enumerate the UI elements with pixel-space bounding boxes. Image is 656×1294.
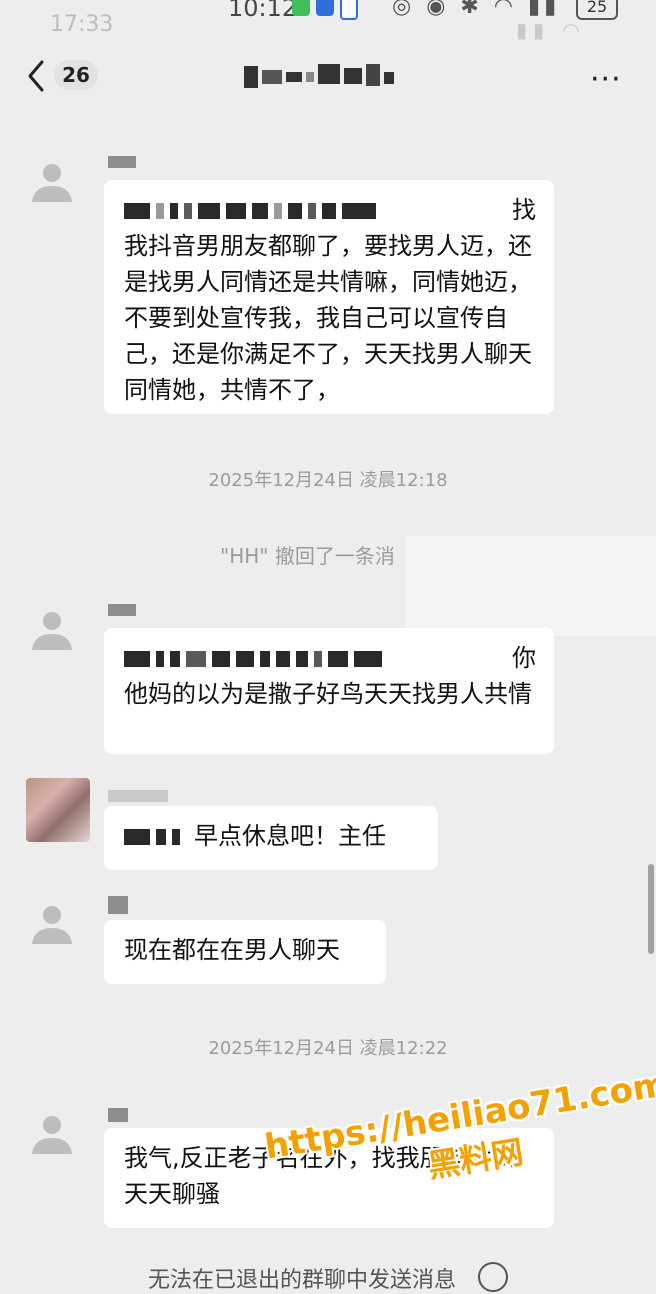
app-notification-icon <box>292 0 310 16</box>
photo-avatar[interactable] <box>26 778 90 842</box>
redaction-patch <box>406 536 656 636</box>
default-avatar-icon[interactable] <box>28 604 76 652</box>
group-exited-notice: 无法在已退出的群聊中发送消息 <box>148 1268 457 1293</box>
message-text: 现在都在在男人聊天 <box>124 936 340 964</box>
recall-notice: "HH" 撤回了一条消 <box>220 544 395 568</box>
status-bar: 17:33 10:12 ◎ ◉ ✱ ◠ ▮▮ ▮▮ ◠ 25 <box>0 0 656 42</box>
message-bubble[interactable]: 早点休息吧！主任 <box>104 806 438 870</box>
message-text-fragment: 你 <box>512 644 536 672</box>
message-timestamp: 2025年12月24日 凌晨12:18 <box>208 470 448 491</box>
sender-name-redacted <box>108 604 136 616</box>
chat-header: 26 ··· <box>0 48 656 104</box>
more-options-icon[interactable]: ··· <box>590 62 622 97</box>
watermark: https://heiliao71.com 黑料网 <box>262 1064 656 1185</box>
app-notification-icon <box>340 0 358 20</box>
status-time-faded: 17:33 <box>50 12 114 37</box>
message-text-fragment: 找 <box>512 196 536 224</box>
message-bubble[interactable]: 现在都在在男人聊天 <box>104 920 386 984</box>
sender-name-redacted <box>108 156 136 168</box>
default-avatar-icon[interactable] <box>28 898 76 946</box>
scrollbar[interactable] <box>648 864 654 954</box>
battery-icon: 25 <box>576 0 618 20</box>
app-notification-icon <box>316 0 334 16</box>
message-timestamp: 2025年12月24日 凌晨12:22 <box>208 1038 448 1059</box>
message-text: 我抖音男朋友都聊了，要找男人迈，还是找男人同情还是共情嘛，同情她迈，不要到处宣传… <box>124 232 532 404</box>
sender-name-redacted <box>108 896 128 914</box>
message-text: 他妈的以为是撒子好鸟天天找男人共情 <box>124 680 532 708</box>
message-bubble[interactable]: 你 他妈的以为是撒子好鸟天天找男人共情 <box>104 628 554 754</box>
notification-icons <box>292 0 358 20</box>
sender-name-redacted <box>108 790 168 802</box>
message-bubble[interactable]: 找 我抖音男朋友都聊了，要找男人迈，还是找男人同情还是共情嘛，同情她迈，不要到处… <box>104 180 554 414</box>
signal-wifi-icons: ◎ ◉ ✱ ◠ ▮▮ <box>392 0 561 19</box>
status-time: 10:12 <box>228 0 298 22</box>
default-avatar-icon[interactable] <box>28 156 76 204</box>
message-text: 早点休息吧！主任 <box>194 822 386 850</box>
back-arrow-icon[interactable] <box>24 58 54 94</box>
unread-count-badge[interactable]: 26 <box>54 60 98 90</box>
chat-title-pixelated <box>244 62 394 88</box>
signal-icon-faded: ▮▮ ◠ <box>516 18 586 42</box>
info-icon[interactable] <box>478 1262 508 1292</box>
sender-name-redacted <box>108 1108 128 1122</box>
default-avatar-icon[interactable] <box>28 1108 76 1156</box>
